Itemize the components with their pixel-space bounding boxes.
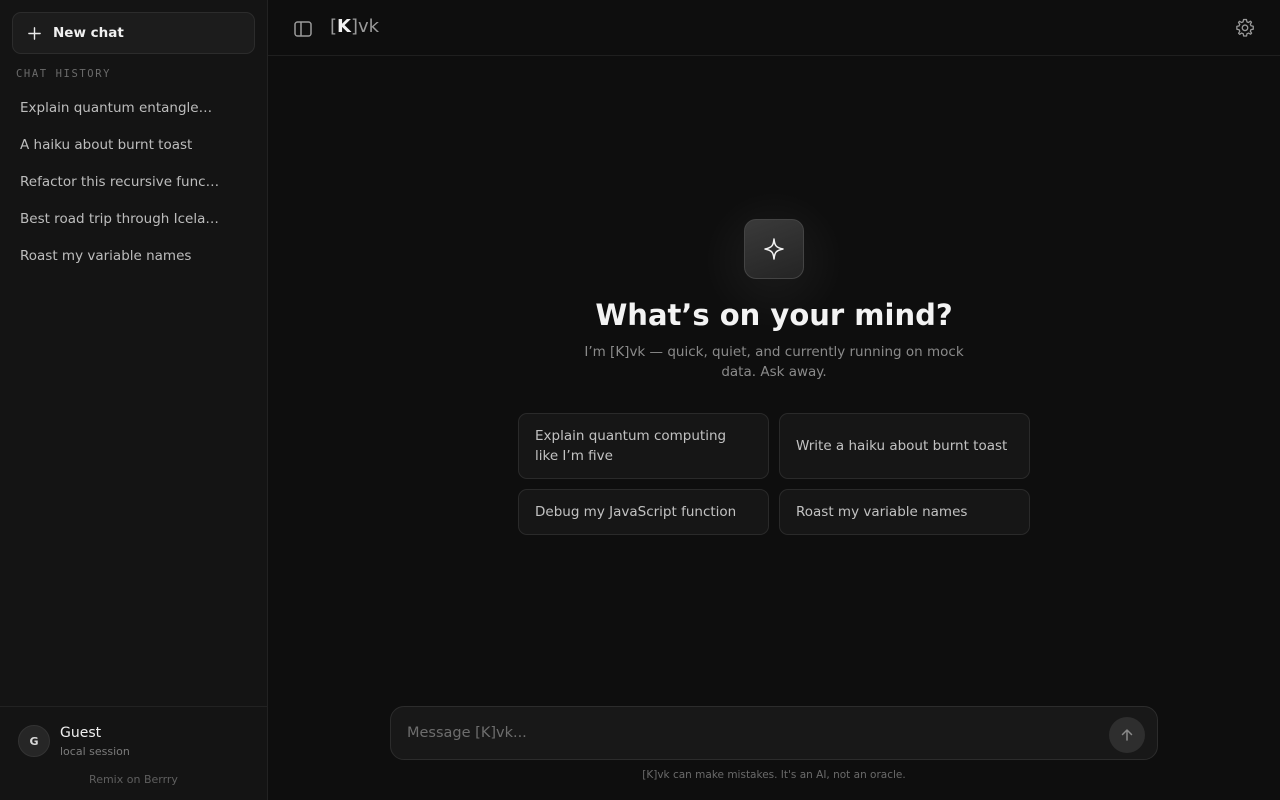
chat-history-heading: CHAT HISTORY [16, 68, 112, 80]
sidebar: New chat CHAT HISTORY Explain quantum en… [0, 0, 268, 800]
message-composer [390, 706, 1158, 760]
sidebar-toggle-icon[interactable] [292, 18, 314, 40]
user-name: Guest [60, 725, 102, 741]
history-item[interactable]: Best road trip through Icela… [8, 200, 258, 237]
gear-icon[interactable] [1234, 17, 1256, 39]
disclaimer-text: [K]vk can make mistakes. It's an AI, not… [642, 769, 906, 781]
history-item-label: Explain quantum entanglem… [20, 99, 220, 116]
history-item-label: Roast my variable names [20, 247, 192, 264]
main-area: What’s on your mind? I’m [K]vk — quick, … [268, 56, 1280, 800]
suggestion-card[interactable]: Explain quantum computing like I’m five [518, 413, 769, 479]
sparkle-icon [764, 238, 784, 260]
history-item-label: Best road trip through Icela… [20, 210, 219, 227]
assistant-logo [744, 219, 804, 279]
hero-title: What’s on your mind? [595, 298, 953, 332]
hero-subtitle: I’m [K]vk — quick, quiet, and currently … [584, 344, 964, 380]
suggestion-card[interactable]: Roast my variable names [779, 489, 1030, 535]
brand-logo: [K]vk [330, 16, 379, 37]
history-item-label: A haiku about burnt toast [20, 136, 193, 153]
suggestion-card[interactable]: Debug my JavaScript function [518, 489, 769, 535]
suggestion-card[interactable]: Write a haiku about burnt toast [779, 413, 1030, 479]
new-chat-button[interactable]: New chat [12, 12, 255, 54]
sidebar-footer: G Guest local session Remix on Berrry [0, 706, 267, 800]
brand-suffix: ]vk [350, 16, 380, 37]
history-item[interactable]: A haiku about burnt toast [8, 126, 258, 163]
new-chat-label: New chat [53, 25, 124, 41]
message-input[interactable] [407, 707, 1097, 759]
history-item[interactable]: Refactor this recursive func… [8, 163, 258, 200]
top-bar: [K]vk [268, 0, 1280, 56]
remix-link[interactable]: Remix on Berrry [0, 773, 267, 786]
brand-bracket-open: [ [330, 16, 338, 37]
plus-icon [28, 26, 41, 40]
send-button[interactable] [1109, 717, 1145, 753]
history-item[interactable]: Roast my variable names [8, 237, 258, 274]
arrow-up-icon [1121, 729, 1133, 741]
history-item-label: Refactor this recursive func… [20, 173, 220, 190]
chat-history-list: Explain quantum entanglem… A haiku about… [8, 89, 258, 274]
avatar[interactable]: G [18, 725, 50, 757]
history-item[interactable]: Explain quantum entanglem… [8, 89, 258, 126]
brand-letter: K [337, 16, 351, 37]
user-session-label: local session [60, 745, 130, 758]
